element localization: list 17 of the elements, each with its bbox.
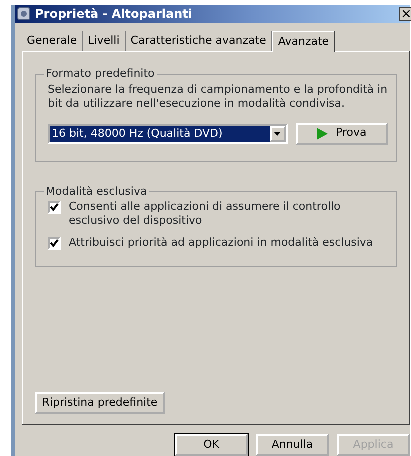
checkbox-label[interactable]: Attribuisci priorità ad applicazioni in modalità esclusiva	[69, 236, 374, 250]
window-title: Proprietà - Altoparlanti	[35, 6, 192, 23]
speaker-icon	[17, 6, 31, 22]
play-icon	[317, 128, 328, 140]
checkbox[interactable]	[48, 237, 61, 250]
checkbox-label[interactable]: Consenti alle applicazioni di assumere il controllo esclusivo del dispositivo	[69, 200, 388, 228]
dialog-button[interactable]: OK	[175, 434, 248, 456]
tab[interactable]: Avanzate	[272, 31, 336, 52]
dialog-button[interactable]: Annulla	[256, 434, 329, 456]
test-button[interactable]: Prova	[296, 122, 388, 144]
checkbox[interactable]	[48, 201, 61, 214]
group-title: Modalità esclusiva	[45, 184, 148, 200]
group-title: Formato predefinito	[45, 66, 156, 82]
close-button[interactable]: ×	[399, 7, 411, 21]
restore-defaults-button[interactable]: Ripristina predefinite	[35, 392, 165, 414]
format-dropdown[interactable]: 16 bit, 48000 Hz (Qualità DVD)	[48, 124, 288, 144]
description-text: Selezionare la frequenza di campionamento e la profondità in bit da utilizzare nell'esecuzione in modalità condivisa.	[48, 82, 388, 110]
